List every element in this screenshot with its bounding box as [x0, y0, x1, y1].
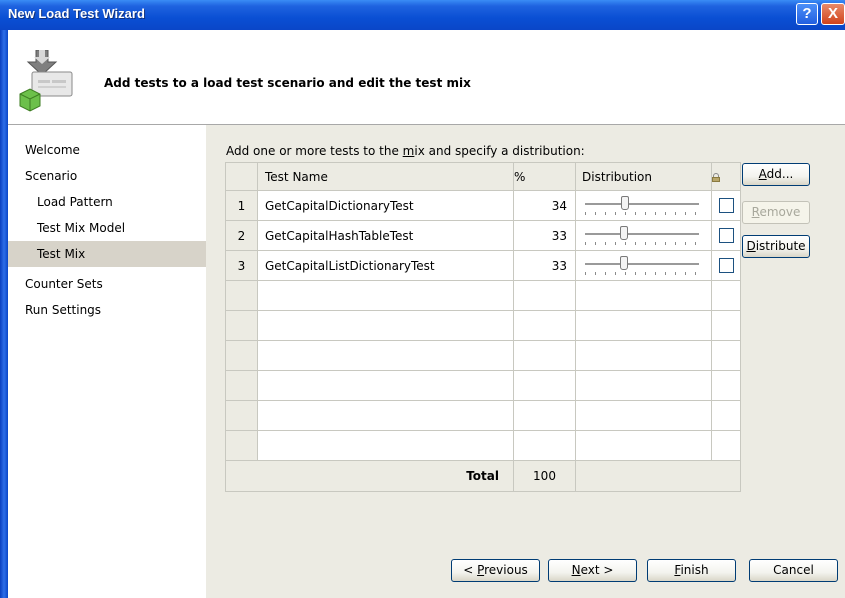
- grid-header-row: Test Name % Distribution: [225, 162, 741, 191]
- next-button[interactable]: Next >: [548, 559, 637, 582]
- slider-thumb[interactable]: [621, 195, 630, 210]
- row-index: 1: [225, 190, 258, 221]
- distribute-button[interactable]: Distribute: [742, 235, 810, 258]
- distribution-slider[interactable]: [582, 224, 702, 248]
- distribution-slider[interactable]: [582, 194, 702, 218]
- test-name-cell[interactable]: GetCapitalDictionaryTest: [257, 190, 514, 221]
- row-index: 3: [225, 250, 258, 281]
- nav-item-scenario[interactable]: Scenario: [8, 163, 206, 189]
- test-name-cell[interactable]: GetCapitalListDictionaryTest: [257, 250, 514, 281]
- column-header-percent[interactable]: %: [513, 162, 576, 191]
- test-name-cell[interactable]: GetCapitalHashTableTest: [257, 220, 514, 251]
- cancel-button[interactable]: Cancel: [749, 559, 838, 582]
- header-title: Add tests to a load test scenario and ed…: [104, 76, 471, 90]
- nav-item-test-mix[interactable]: Test Mix: [8, 241, 206, 267]
- column-header-test-name[interactable]: Test Name: [257, 162, 514, 191]
- window-title: New Load Test Wizard: [8, 6, 145, 21]
- slider-thumb[interactable]: [619, 255, 628, 270]
- nav-item-welcome[interactable]: Welcome: [8, 137, 206, 163]
- lock-checkbox[interactable]: [718, 228, 734, 243]
- empty-row[interactable]: [225, 400, 741, 431]
- total-value: 100: [513, 460, 576, 492]
- main-panel: Add one or more tests to the mix and spe…: [206, 125, 845, 598]
- empty-row[interactable]: [225, 280, 741, 311]
- empty-row[interactable]: [225, 370, 741, 401]
- title-bar: New Load Test Wizard ? X: [0, 0, 845, 30]
- empty-row[interactable]: [225, 310, 741, 341]
- column-header-distribution[interactable]: Distribution: [575, 162, 712, 191]
- previous-button[interactable]: < Previous: [451, 559, 540, 582]
- slider-thumb[interactable]: [619, 225, 628, 240]
- nav-item-counter-sets[interactable]: Counter Sets: [8, 271, 206, 297]
- lock-checkbox[interactable]: [718, 198, 734, 213]
- lock-checkbox[interactable]: [718, 258, 734, 273]
- empty-row[interactable]: [225, 340, 741, 371]
- nav-item-run-settings[interactable]: Run Settings: [8, 297, 206, 323]
- wizard-header: Add tests to a load test scenario and ed…: [8, 30, 845, 125]
- distribution-slider[interactable]: [582, 254, 702, 278]
- table-row[interactable]: 1 GetCapitalDictionaryTest 34: [225, 190, 741, 221]
- test-mix-grid[interactable]: Test Name % Distribution 1 GetCapitalDic…: [225, 162, 741, 492]
- percent-cell[interactable]: 34: [513, 190, 576, 221]
- finish-button[interactable]: Finish: [647, 559, 736, 582]
- window-frame-left: [0, 30, 8, 598]
- load-test-wizard-icon: [19, 50, 73, 112]
- table-row[interactable]: 3 GetCapitalListDictionaryTest 33: [225, 250, 741, 281]
- column-header-lock[interactable]: [711, 162, 741, 191]
- close-button[interactable]: X: [821, 3, 845, 25]
- empty-row[interactable]: [225, 430, 741, 461]
- nav-item-test-mix-model[interactable]: Test Mix Model: [8, 215, 206, 241]
- percent-cell[interactable]: 33: [513, 220, 576, 251]
- table-row[interactable]: 2 GetCapitalHashTableTest 33: [225, 220, 741, 251]
- remove-button[interactable]: Remove: [742, 201, 810, 224]
- wizard-nav: Welcome Scenario Load Pattern Test Mix M…: [8, 125, 206, 598]
- instruction-text: Add one or more tests to the mix and spe…: [226, 144, 585, 158]
- total-row: Total 100: [225, 460, 741, 492]
- row-index: 2: [225, 220, 258, 251]
- total-label: Total: [225, 460, 514, 492]
- nav-item-load-pattern[interactable]: Load Pattern: [8, 189, 206, 215]
- row-header-corner: [225, 162, 258, 191]
- help-button[interactable]: ?: [796, 3, 818, 25]
- add-button[interactable]: Add...: [742, 163, 810, 186]
- lock-icon: [712, 172, 720, 182]
- percent-cell[interactable]: 33: [513, 250, 576, 281]
